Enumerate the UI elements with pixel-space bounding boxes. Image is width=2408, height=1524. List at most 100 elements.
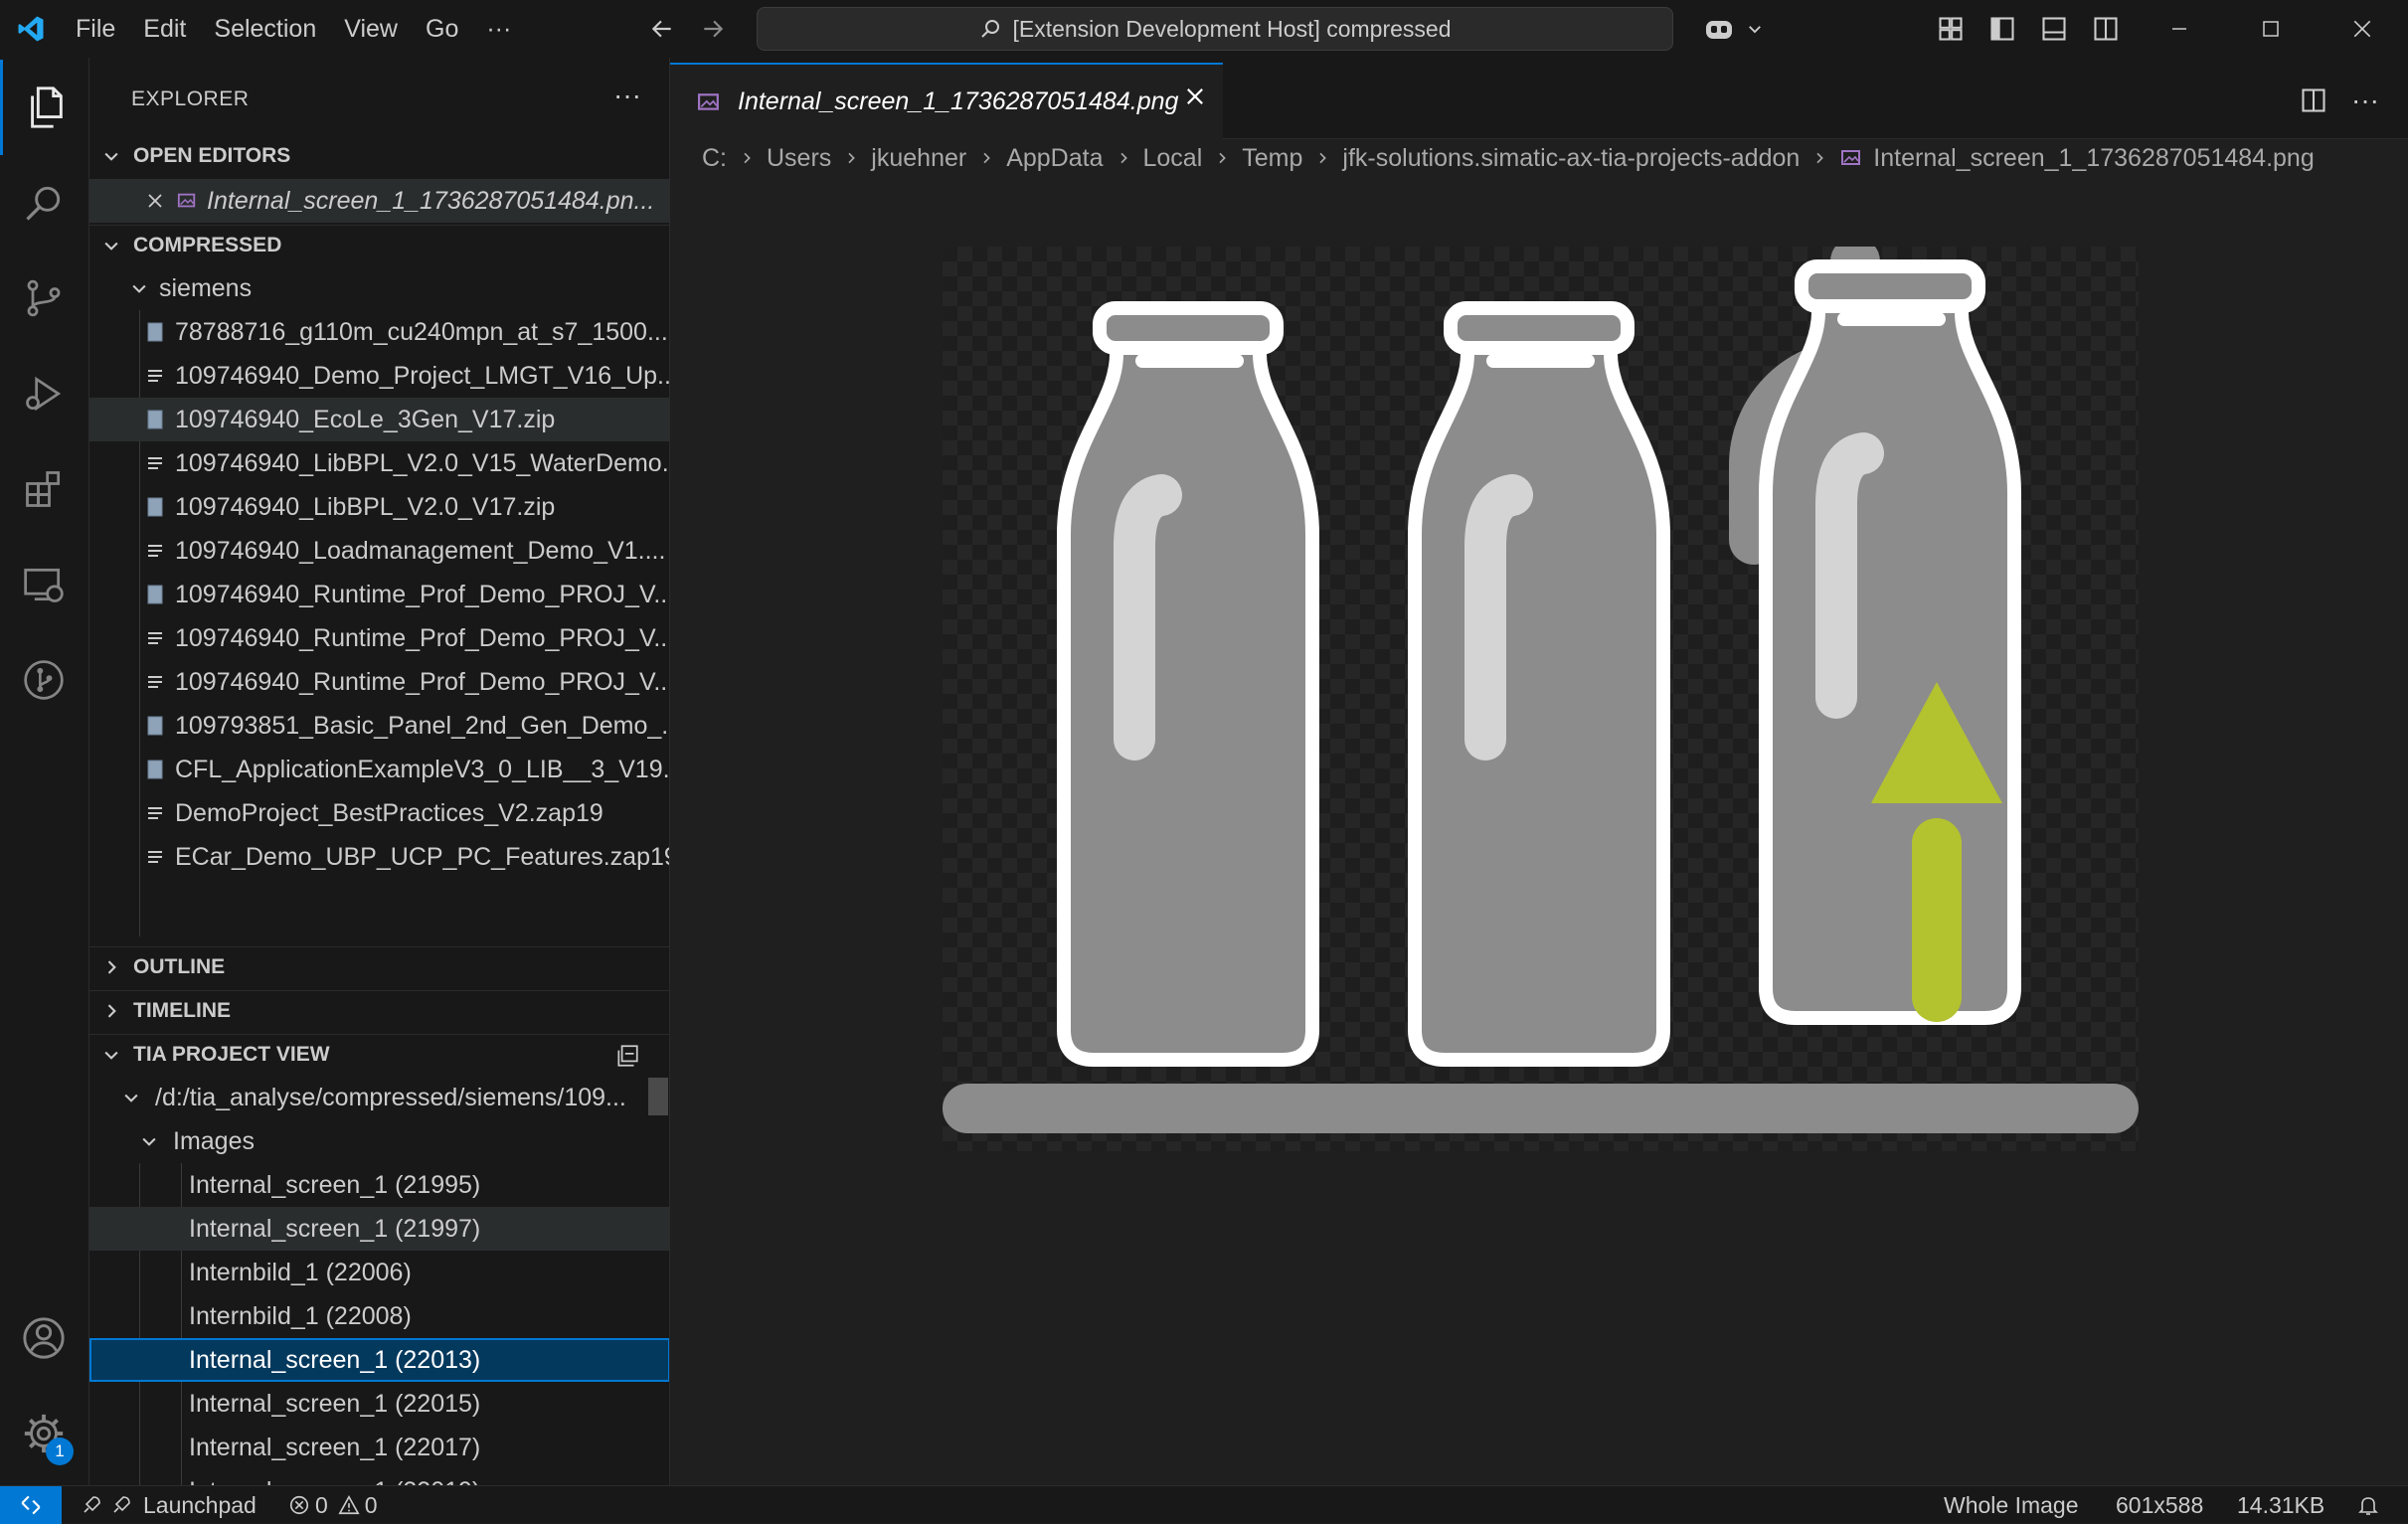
outline-header[interactable]: OUTLINE (89, 946, 669, 986)
compressed-header[interactable]: COMPRESSED (89, 225, 669, 264)
text-file-icon (145, 671, 165, 693)
copilot-chevron-down-icon[interactable] (1738, 12, 1772, 46)
scrollbar-thumb[interactable] (648, 1078, 668, 1115)
images-folder-item[interactable]: Images (89, 1119, 669, 1163)
tia-image-item[interactable]: Internal_screen_1 (22017) (89, 1426, 669, 1469)
breadcrumb-item[interactable]: Local (1143, 144, 1203, 173)
breadcrumb-item[interactable]: AppData (1006, 144, 1103, 173)
tia-image-item[interactable]: Internal_screen_1 (22019) (89, 1469, 669, 1486)
command-center[interactable]: [Extension Development Host] compressed (757, 7, 1673, 51)
tia-image-item[interactable]: Internal_screen_1 (22015) (89, 1382, 669, 1426)
launchpad-item[interactable]: Launchpad (80, 1486, 257, 1524)
tia-image-item[interactable]: Internal_screen_1 (21995) (89, 1163, 669, 1207)
folder-siemens[interactable]: siemens (89, 266, 669, 310)
bottle-3 (1759, 259, 2021, 1025)
remote-explorer-icon[interactable] (0, 537, 87, 632)
archive-file-icon (145, 759, 165, 780)
file-item[interactable]: 109746940_Runtime_Prof_Demo_PROJ_V... (89, 616, 669, 660)
close-editor-icon[interactable] (145, 191, 165, 211)
remote-indicator-icon[interactable] (0, 1486, 62, 1524)
explorer-more-actions-icon[interactable]: ··· (613, 80, 641, 111)
file-item[interactable]: 78788716_g110m_cu240mpn_at_s7_1500... (89, 310, 669, 354)
files-icon[interactable] (0, 60, 87, 155)
toggle-primary-sidebar-icon[interactable] (1985, 12, 2019, 46)
archive-file-icon (145, 409, 165, 430)
search-icon[interactable] (0, 155, 87, 251)
file-label: CFL_ApplicationExampleV3_0_LIB__3_V19...… (175, 755, 670, 783)
breadcrumb-item[interactable]: jkuehner (871, 144, 966, 173)
title-bar: File Edit Selection View Go ··· [Extensi… (0, 0, 2408, 58)
editor-more-actions-icon[interactable]: ··· (2348, 84, 2382, 117)
menu-file[interactable]: File (62, 0, 129, 58)
back-arrow-icon[interactable] (639, 0, 685, 58)
vscode-logo-icon[interactable] (0, 0, 62, 58)
customize-layout-icon[interactable] (1934, 12, 1968, 46)
copilot-icon[interactable] (1702, 12, 1736, 46)
file-label: ECar_Demo_UBP_UCP_PC_Features.zap19 (175, 842, 670, 871)
git-graph-icon[interactable] (0, 632, 87, 728)
minimize-icon[interactable] (2134, 0, 2225, 58)
split-editor-icon[interactable] (2297, 84, 2330, 117)
tia-image-item[interactable]: Internbild_1 (22006) (89, 1251, 669, 1294)
file-item[interactable]: 109746940_EcoLe_3Gen_V17.zip (89, 398, 669, 441)
open-editors-header[interactable]: OPEN EDITORS (89, 136, 669, 176)
notifications-bell-icon[interactable] (2356, 1486, 2380, 1524)
chevron-right-icon (739, 150, 755, 166)
tia-image-item[interactable]: Internal_screen_1 (22013) (89, 1338, 669, 1382)
file-item[interactable]: 109746940_Demo_Project_LMGT_V16_Up... (89, 354, 670, 398)
toggle-secondary-sidebar-icon[interactable] (2089, 12, 2123, 46)
source-control-icon[interactable] (0, 251, 87, 346)
breadcrumb-item[interactable]: jfk-solutions.simatic-ax-tia-projects-ad… (1342, 144, 1800, 173)
file-item[interactable]: 109746940_LibBPL_V2.0_V15_WaterDemo... (89, 441, 669, 485)
toggle-panel-icon[interactable] (2037, 12, 2071, 46)
text-file-icon (145, 846, 165, 868)
editor-tab-active[interactable]: Internal_screen_1_1736287051484.png (670, 63, 1223, 139)
breadcrumb-item[interactable]: Temp (1242, 144, 1302, 173)
maximize-icon[interactable] (2225, 0, 2317, 58)
tia-root-item[interactable]: /d:/tia_analyse/compressed/siemens/109..… (89, 1076, 648, 1119)
file-label: 109746940_Demo_Project_LMGT_V16_Up... (175, 361, 670, 390)
menu-go[interactable]: Go (412, 0, 472, 58)
settings-badge: 1 (46, 1438, 74, 1465)
menu-selection[interactable]: Selection (200, 0, 330, 58)
menu-edit[interactable]: Edit (129, 0, 200, 58)
tia-project-view-header[interactable]: TIA PROJECT VIEW (89, 1034, 669, 1074)
zoom-status[interactable]: Whole Image (1944, 1486, 2079, 1524)
settings-gear-icon[interactable]: 1 (0, 1386, 87, 1481)
command-center-label: [Extension Development Host] compressed (1012, 15, 1452, 42)
file-label: 109746940_LibBPL_V2.0_V17.zip (175, 492, 556, 521)
image-preview-area (670, 177, 2408, 1485)
menu-view[interactable]: View (330, 0, 412, 58)
extensions-icon[interactable] (0, 441, 87, 537)
file-item[interactable]: 109746940_Runtime_Prof_Demo_PROJ_V... (89, 573, 669, 616)
chevron-right-icon (89, 1001, 133, 1021)
menu-more[interactable]: ··· (472, 0, 525, 58)
conveyor-belt (943, 1084, 2139, 1133)
tia-image-item[interactable]: Internal_screen_1 (21997) (89, 1207, 669, 1251)
file-item[interactable]: 109746940_Loadmanagement_Demo_V1.... (89, 529, 669, 573)
open-editor-item[interactable]: Internal_screen_1_1736287051484.pn... (89, 179, 669, 223)
file-item[interactable]: ECar_Demo_UBP_UCP_PC_Features.zap19 (89, 835, 670, 879)
breadcrumb-item[interactable]: Users (767, 144, 831, 173)
file-item[interactable]: DemoProject_BestPractices_V2.zap19 (89, 791, 669, 835)
file-label: 109793851_Basic_Panel_2nd_Gen_Demo_... (175, 711, 670, 740)
breadcrumb-item[interactable]: Internal_screen_1_1736287051484.png (1873, 144, 2314, 173)
close-tab-icon[interactable] (1183, 85, 1207, 108)
run-debug-icon[interactable] (0, 346, 87, 441)
image-preview[interactable] (943, 247, 2139, 1151)
file-item[interactable]: 109746940_LibBPL_V2.0_V17.zip (89, 485, 669, 529)
problems-item[interactable]: 0 0 (288, 1486, 378, 1524)
breadcrumb-item[interactable]: C: (702, 144, 727, 173)
account-icon[interactable] (0, 1290, 87, 1386)
file-item[interactable]: 109793851_Basic_Panel_2nd_Gen_Demo_... (89, 704, 670, 748)
text-file-icon (145, 452, 165, 474)
tia-image-item[interactable]: Internbild_1 (22008) (89, 1294, 669, 1338)
forward-arrow-icon[interactable] (690, 0, 736, 58)
file-item[interactable]: 109746940_Runtime_Prof_Demo_PROJ_V... (89, 660, 669, 704)
image-size: 14.31KB (2237, 1491, 2325, 1518)
file-item[interactable]: CFL_ApplicationExampleV3_0_LIB__3_V19...… (89, 748, 670, 791)
collapse-all-icon[interactable] (614, 1043, 640, 1069)
timeline-header[interactable]: TIMELINE (89, 990, 669, 1030)
warning-count: 0 (364, 1491, 378, 1518)
close-window-icon[interactable] (2317, 0, 2408, 58)
